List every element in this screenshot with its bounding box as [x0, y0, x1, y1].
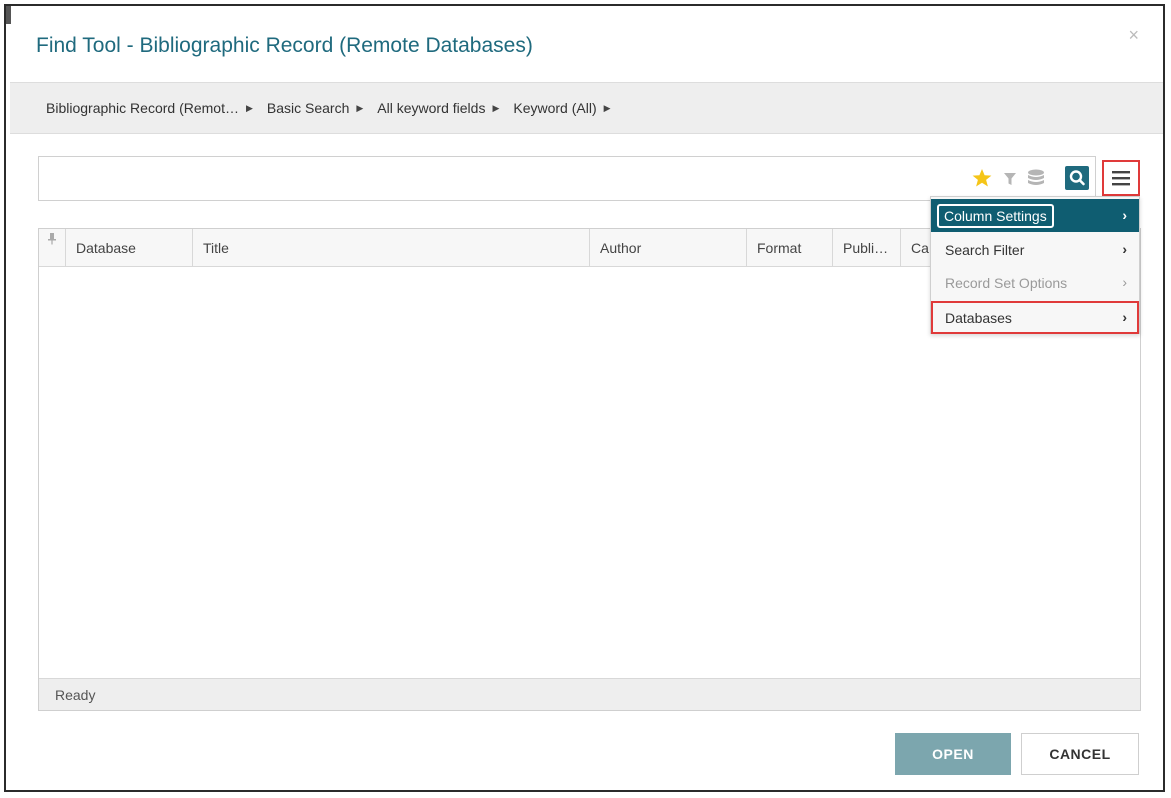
caret-right-icon: ▶	[356, 102, 364, 113]
chevron-right-icon: ›	[1122, 309, 1127, 325]
breadcrumb-item-record-type[interactable]: Bibliographic Record (Remot… ▶	[46, 100, 253, 116]
column-header-format[interactable]: Format	[747, 229, 833, 266]
menu-button[interactable]	[1102, 160, 1140, 196]
menu-item-label: Databases	[945, 309, 1012, 326]
cancel-button[interactable]: CANCEL	[1021, 733, 1139, 775]
pin-icon	[48, 233, 56, 245]
window-edge	[6, 6, 11, 24]
menu-item-record-set-options: Record Set Options ›	[931, 266, 1139, 299]
breadcrumb: Bibliographic Record (Remot… ▶ Basic Sea…	[10, 82, 1163, 134]
dialog-title: Find Tool - Bibliographic Record (Remote…	[36, 34, 533, 57]
menu-item-label: Search Filter	[945, 241, 1025, 258]
chevron-right-icon: ›	[1122, 241, 1127, 257]
caret-right-icon: ▶	[603, 102, 611, 113]
column-header-publisher[interactable]: Publi…	[833, 229, 901, 266]
caret-right-icon: ▶	[245, 102, 253, 113]
breadcrumb-item-search-type[interactable]: Basic Search ▶	[267, 100, 363, 116]
menu-item-databases[interactable]: Databases ›	[931, 301, 1139, 334]
pin-column[interactable]	[39, 229, 66, 266]
menu-item-column-settings[interactable]: Column Settings ›	[931, 199, 1139, 232]
breadcrumb-label: All keyword fields	[377, 100, 486, 116]
menu-item-label: Column Settings	[937, 203, 1054, 228]
chevron-right-icon: ›	[1122, 207, 1127, 223]
caret-right-icon: ▶	[492, 102, 500, 113]
open-button[interactable]: OPEN	[895, 733, 1011, 775]
status-bar: Ready	[39, 678, 1140, 710]
find-tool-dialog: Find Tool - Bibliographic Record (Remote…	[4, 4, 1165, 792]
breadcrumb-label: Bibliographic Record (Remot…	[46, 100, 239, 116]
database-icon[interactable]	[1024, 166, 1048, 190]
filter-icon[interactable]	[998, 166, 1022, 190]
menu-dropdown: Column Settings › Search Filter › Record…	[930, 196, 1140, 334]
column-header-title[interactable]: Title	[193, 229, 590, 266]
star-icon[interactable]	[970, 166, 994, 190]
breadcrumb-label: Keyword (All)	[513, 100, 597, 116]
search-button[interactable]	[1065, 166, 1089, 190]
search-box	[38, 156, 1096, 201]
breadcrumb-item-field-group[interactable]: All keyword fields ▶	[377, 100, 499, 116]
search-input[interactable]	[47, 165, 951, 195]
close-icon[interactable]: ×	[1128, 26, 1139, 44]
breadcrumb-label: Basic Search	[266, 100, 350, 116]
search-icon	[1069, 170, 1085, 186]
column-header-database[interactable]: Database	[66, 229, 193, 266]
menu-item-search-filter[interactable]: Search Filter ›	[931, 233, 1139, 266]
hamburger-menu-icon	[1112, 171, 1130, 186]
chevron-right-icon: ›	[1122, 274, 1127, 290]
column-header-author[interactable]: Author	[590, 229, 747, 266]
breadcrumb-item-index[interactable]: Keyword (All) ▶	[513, 100, 610, 116]
menu-item-label: Record Set Options	[945, 274, 1068, 291]
